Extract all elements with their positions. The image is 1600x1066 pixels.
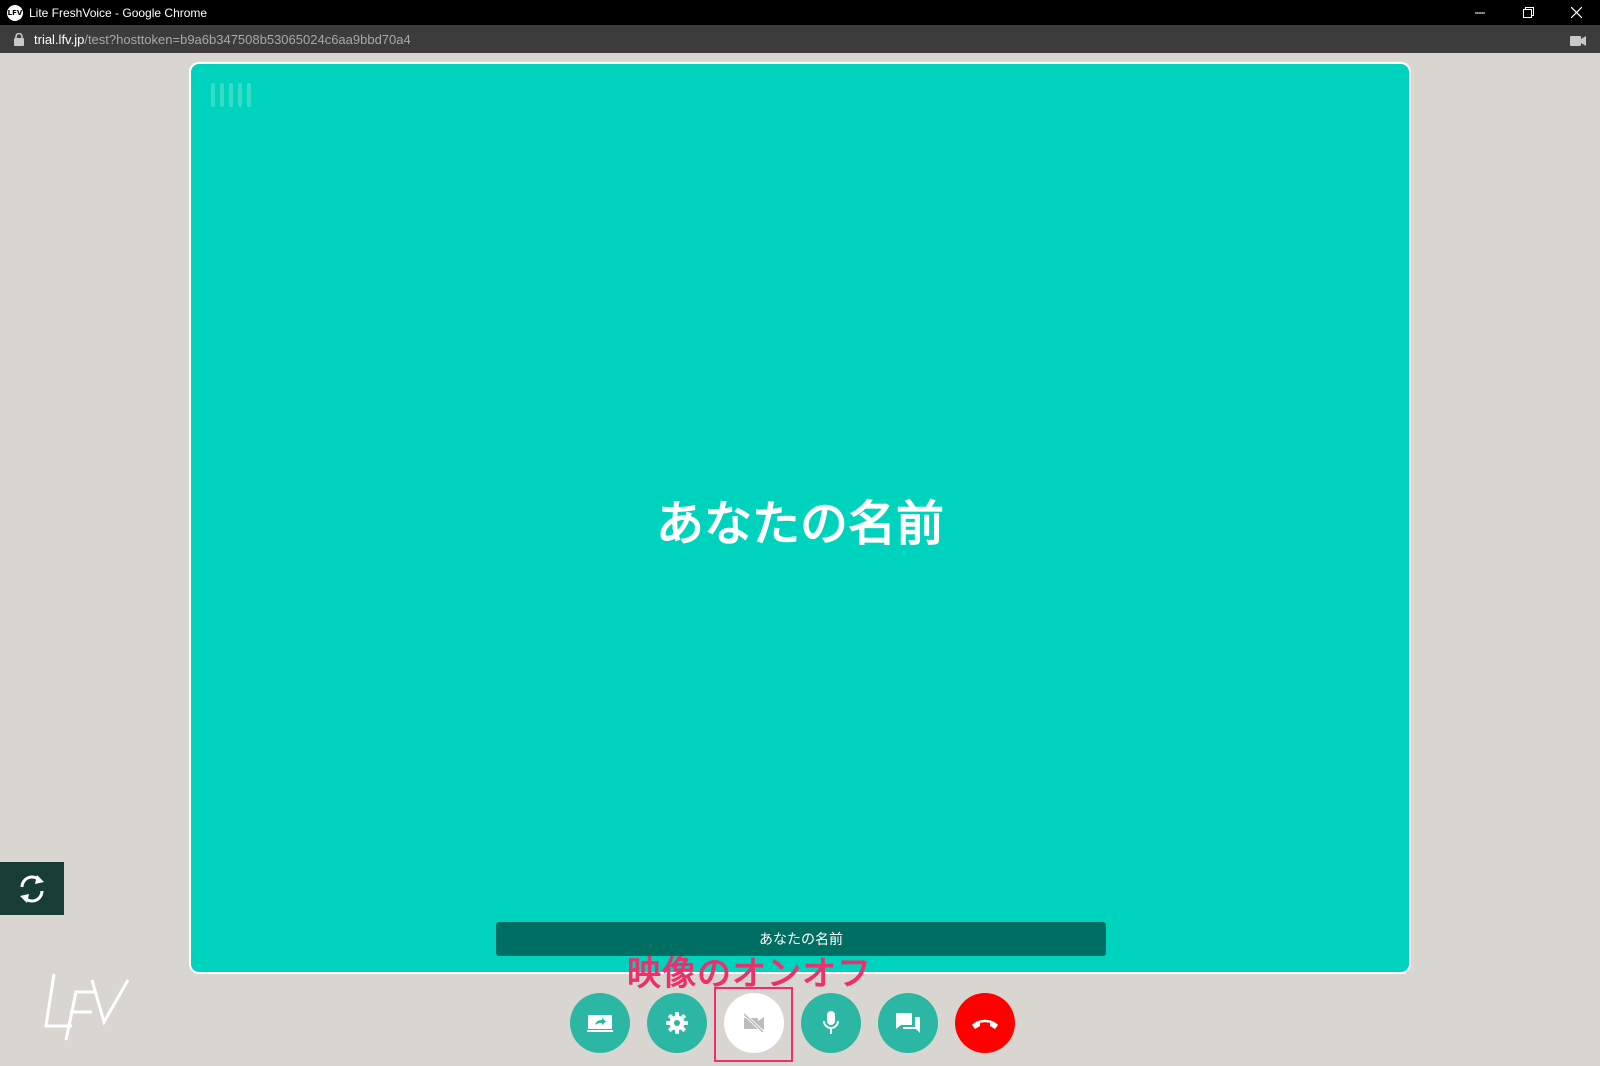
video-toggle-button[interactable]: [724, 993, 784, 1053]
screen-share-button[interactable]: [570, 993, 630, 1053]
sync-icon: [20, 874, 44, 903]
close-icon: [1570, 7, 1582, 18]
video-off-icon: [742, 1013, 765, 1033]
settings-button[interactable]: [647, 993, 707, 1053]
address-bar[interactable]: trial.lfv.jp/test?hosttoken=b9a6b347508b…: [0, 25, 1600, 53]
restore-button[interactable]: [1504, 0, 1552, 25]
window-controls: [1456, 0, 1600, 25]
participant-name-display: あなたの名前: [655, 496, 944, 552]
chat-button[interactable]: [878, 993, 938, 1053]
rotate-camera-button[interactable]: [0, 862, 64, 915]
window-title: Lite FreshVoice - Google Chrome: [29, 5, 208, 20]
lfv-logo: [42, 972, 132, 1044]
gear-icon: [666, 1012, 688, 1034]
url-path: /test?hosttoken=b9a6b347508b53065024c6aa…: [84, 31, 411, 47]
hangup-button[interactable]: [955, 993, 1015, 1053]
restore-icon: [1522, 7, 1534, 18]
chat-icon: [896, 1013, 920, 1033]
video-stage: あなたの名前 あなたの名前: [189, 62, 1411, 974]
lock-icon: [14, 32, 24, 46]
close-window-button[interactable]: [1552, 0, 1600, 25]
signal-strength-icon: [211, 83, 251, 107]
phone-hangup-icon: [972, 1019, 998, 1029]
mic-button[interactable]: [801, 993, 861, 1053]
minimize-icon: [1475, 12, 1485, 13]
url-host: trial.lfv.jp: [34, 31, 85, 47]
call-controls: [570, 993, 1015, 1053]
app-icon: LFV: [7, 4, 23, 21]
mic-icon: [823, 1011, 839, 1034]
camera-in-use-icon[interactable]: [1570, 32, 1586, 51]
window-title-bar: LFV Lite FreshVoice - Google Chrome: [0, 0, 1600, 25]
screen-share-icon: [587, 1015, 613, 1032]
minimize-button[interactable]: [1456, 0, 1504, 25]
url-text[interactable]: trial.lfv.jp/test?hosttoken=b9a6b347508b…: [34, 32, 411, 47]
